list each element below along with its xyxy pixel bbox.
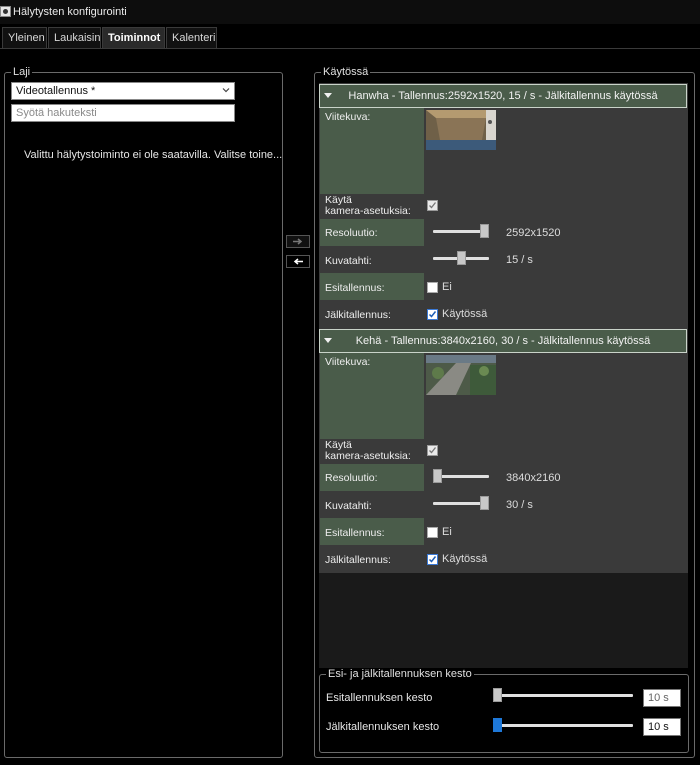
thumbnail-label: Viitekuva: (320, 108, 424, 194)
thumbnail-label: Viitekuva: (320, 353, 424, 439)
resolution-value: 3840x2160 (506, 472, 561, 484)
post-recording-value: Käytössä (442, 308, 488, 320)
framerate-label: Kuvatahti: (325, 500, 372, 512)
action-type-value: Videotallennus * (16, 85, 96, 97)
post-recording-label: Jälkitallennus: (325, 554, 391, 566)
camera-header-keha[interactable]: Kehä - Tallennus:3840x2160, 30 / s - Jäl… (319, 329, 687, 353)
move-right-button[interactable] (286, 235, 310, 248)
post-recording-value: Käytössä (442, 553, 488, 565)
tab-divider (0, 48, 700, 49)
use-camera-settings-line2: kamera-asetuksia: (325, 205, 411, 217)
resolution-label: Resoluutio: (320, 219, 424, 246)
pre-recording-label: Esitallennus: (320, 273, 424, 300)
pre-recording-checkbox[interactable] (427, 282, 438, 293)
framerate-slider-thumb[interactable] (480, 496, 489, 510)
pre-duration-label: Esitallennuksen kesto (326, 692, 433, 704)
use-camera-settings-label: Käytä kamera-asetuksia: (320, 439, 424, 464)
durations-group (319, 674, 689, 753)
tab-toiminnot[interactable]: Toiminnot (102, 27, 165, 48)
post-recording-checkbox[interactable] (427, 309, 438, 320)
pre-duration-slider-track[interactable] (493, 694, 633, 697)
pre-recording-value: Ei (442, 526, 452, 538)
check-icon (429, 202, 437, 209)
pre-recording-label: Esitallennus: (320, 518, 424, 545)
camera-header-text: Hanwha - Tallennus:2592x1520, 15 / s - J… (348, 90, 658, 102)
framerate-label: Kuvatahti: (325, 255, 372, 267)
action-type-dropdown[interactable]: Videotallennus * (11, 82, 235, 100)
use-camera-settings-line2: kamera-asetuksia: (325, 450, 411, 462)
check-icon (428, 311, 437, 318)
post-duration-slider-thumb[interactable] (493, 718, 502, 732)
post-duration-field[interactable]: 10 s (643, 718, 681, 736)
post-recording-checkbox[interactable] (427, 554, 438, 565)
pre-recording-checkbox[interactable] (427, 527, 438, 538)
check-icon (428, 556, 437, 563)
post-duration-slider-track[interactable] (493, 724, 633, 727)
arrow-right-icon (293, 238, 303, 245)
window-title: Hälytysten konfigurointi (13, 6, 127, 18)
durations-group-legend: Esi- ja jälkitallennuksen kesto (326, 668, 474, 680)
unavailable-message: Valittu hälytystoiminto ei ole saatavill… (24, 149, 283, 161)
post-duration-label: Jälkitallennuksen kesto (326, 721, 440, 733)
title-bar: Hälytysten konfigurointi (0, 0, 700, 24)
check-icon (429, 447, 437, 454)
post-recording-label: Jälkitallennus: (325, 309, 391, 321)
resolution-slider-thumb[interactable] (433, 469, 442, 483)
framerate-value: 30 / s (506, 499, 533, 511)
resolution-value: 2592x1520 (506, 227, 561, 239)
resolution-slider-thumb[interactable] (480, 224, 489, 238)
framerate-slider-thumb[interactable] (456, 251, 466, 265)
camera-thumbnail-image (426, 355, 496, 395)
type-group (4, 72, 283, 758)
camera-header-text: Kehä - Tallennus:3840x2160, 30 / s - Jäl… (355, 335, 651, 347)
pre-recording-value: Ei (442, 281, 452, 293)
framerate-value: 15 / s (506, 254, 533, 266)
resolution-label: Resoluutio: (320, 464, 424, 491)
use-camera-settings-label: Käytä kamera-asetuksia: (320, 194, 424, 219)
gear-window-icon (0, 6, 11, 17)
enabled-group-legend: Käytössä (321, 66, 371, 78)
chevron-down-icon (222, 88, 230, 93)
pre-duration-field[interactable]: 10 s (643, 689, 681, 707)
tab-yleinen[interactable]: Yleinen (2, 27, 47, 48)
move-left-button[interactable] (286, 255, 310, 268)
pre-duration-slider-thumb[interactable] (493, 688, 502, 702)
use-camera-settings-checkbox[interactable] (427, 445, 438, 456)
arrow-left-icon (293, 258, 303, 265)
tab-laukaisin[interactable]: Laukaisin (48, 27, 101, 48)
tab-kalenteri[interactable]: Kalenteri (166, 27, 217, 48)
camera-header-hanwha[interactable]: Hanwha - Tallennus:2592x1520, 15 / s - J… (319, 84, 687, 108)
search-input[interactable]: Syötä hakuteksti (11, 104, 235, 122)
camera-thumbnail-image (426, 110, 496, 150)
use-camera-settings-checkbox[interactable] (427, 200, 438, 211)
type-group-legend: Laji (11, 66, 33, 78)
